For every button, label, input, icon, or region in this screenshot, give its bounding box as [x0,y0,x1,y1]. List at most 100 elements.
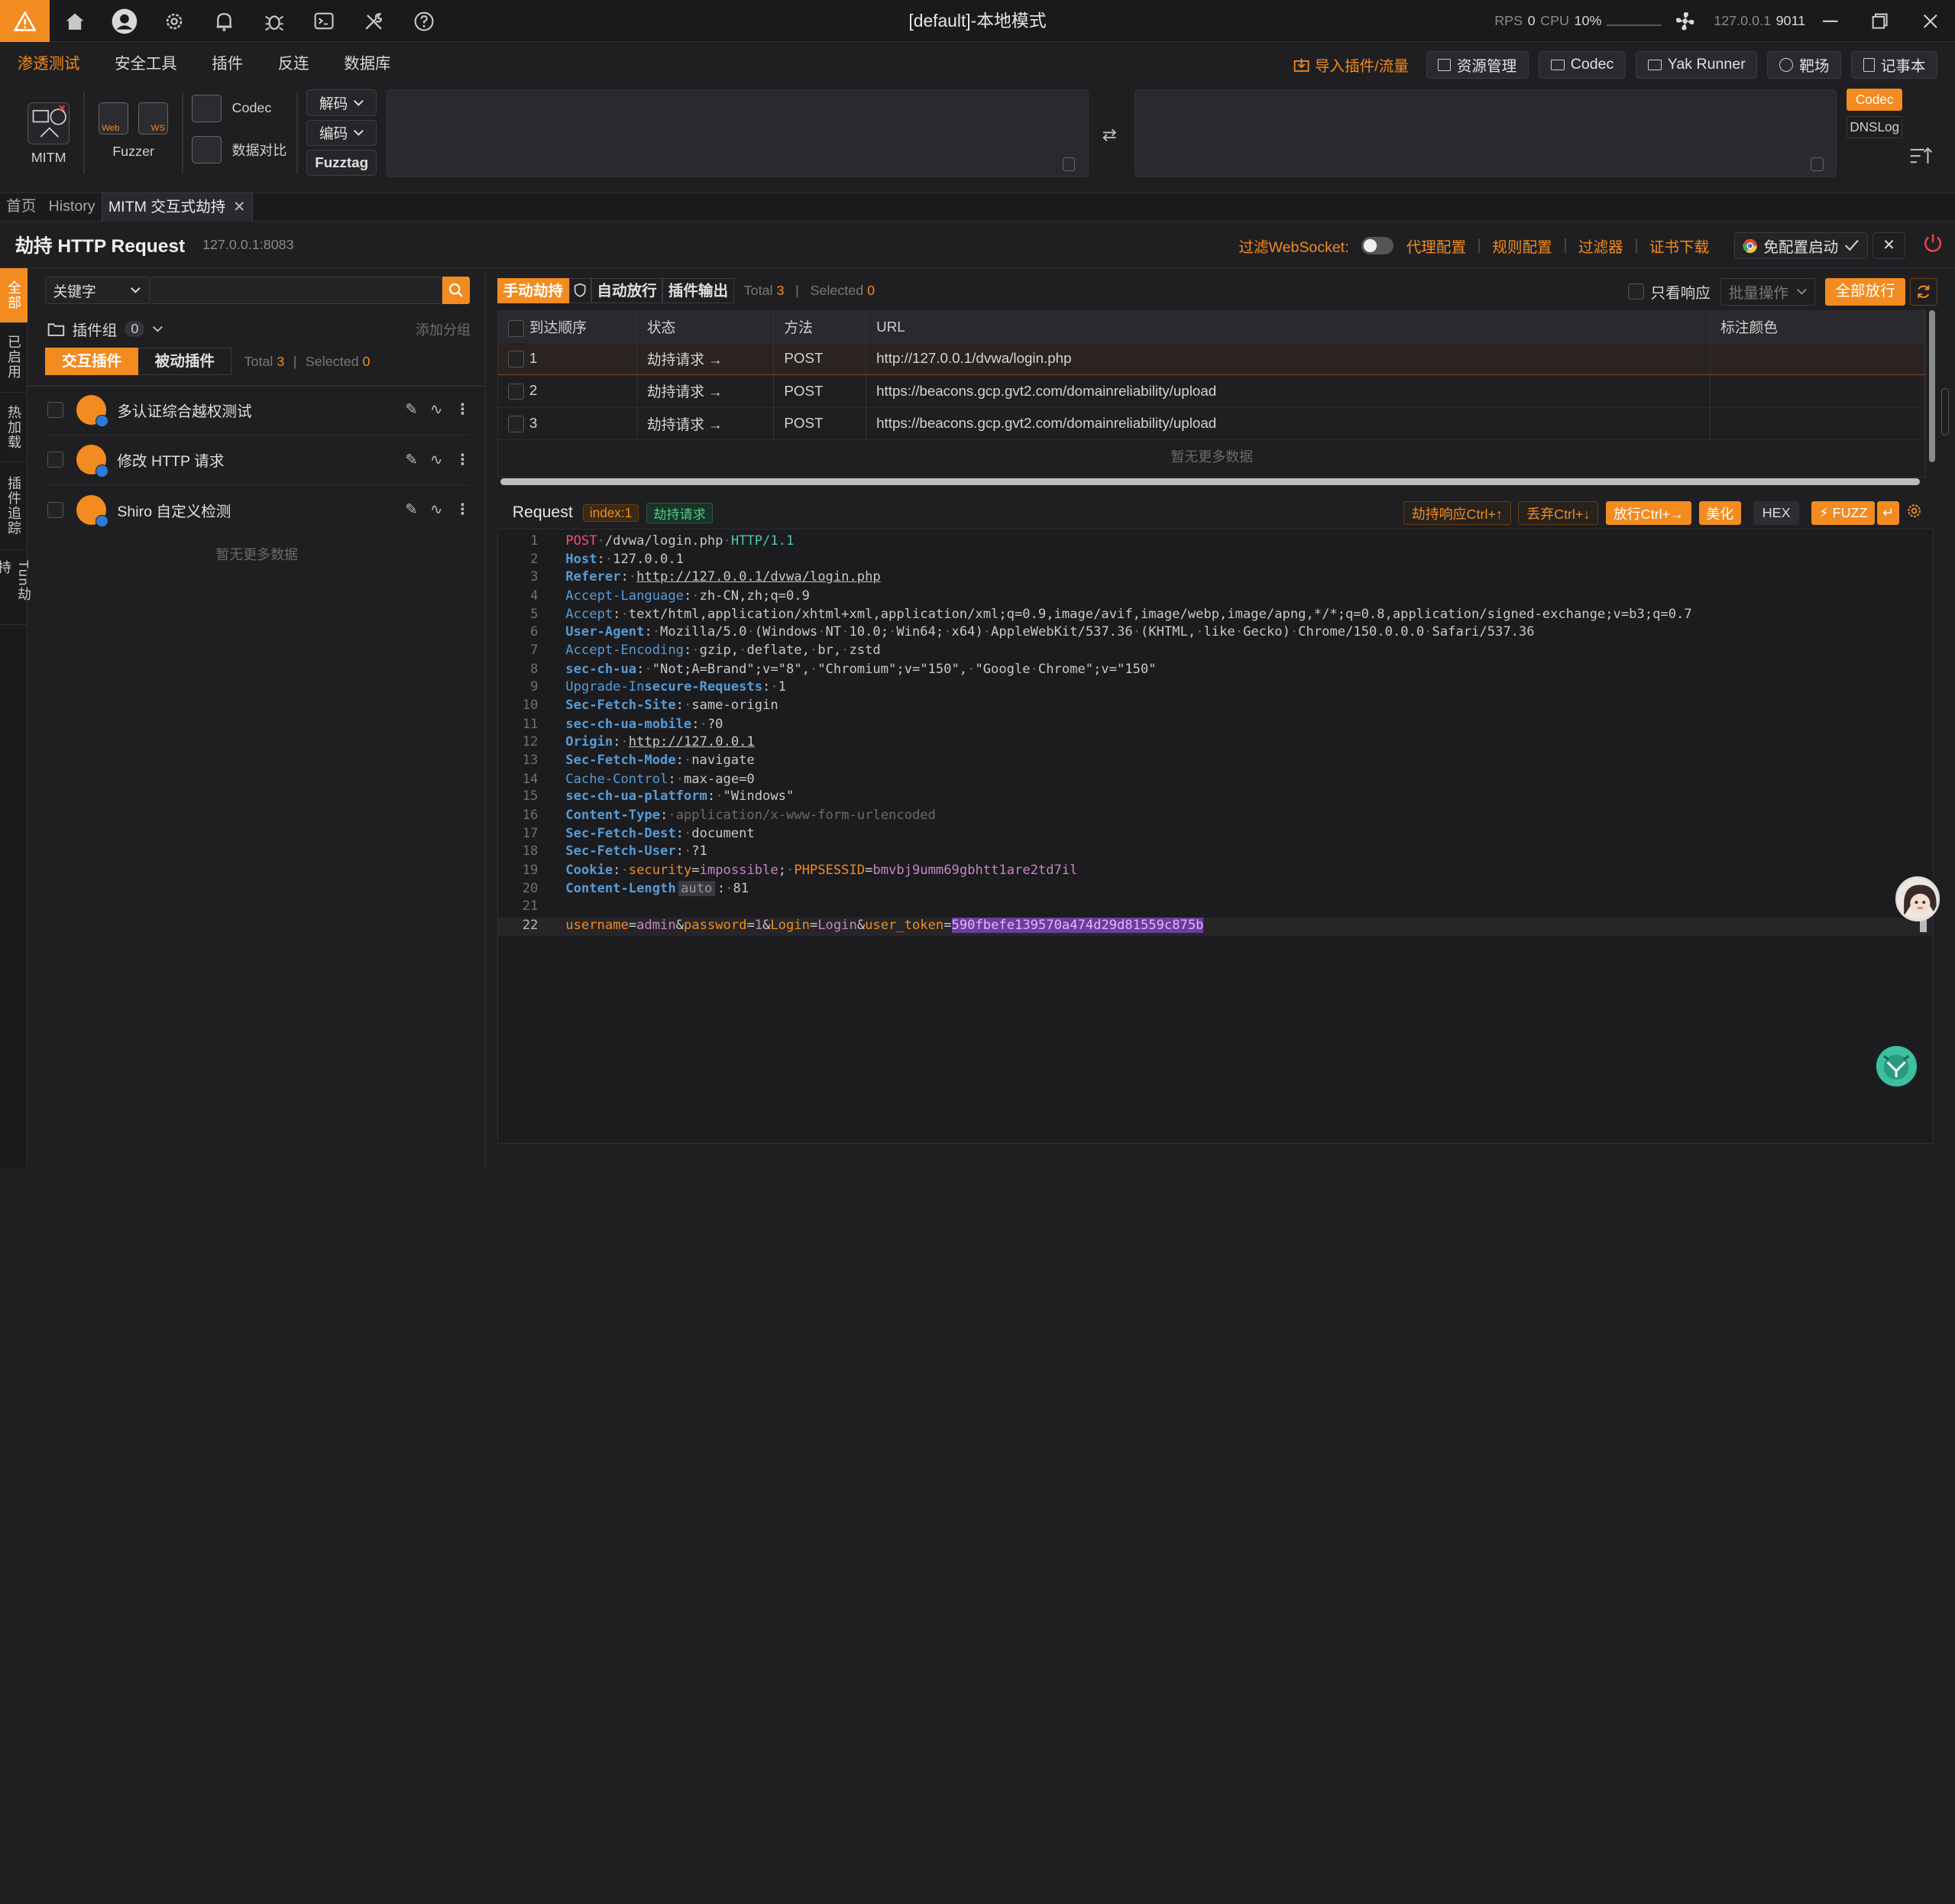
tab-mitm[interactable]: MITM 交互式劫持 ✕ [101,193,253,222]
filter-link[interactable]: 过滤器 [1578,235,1623,257]
menu-reverse[interactable]: 反连 [263,42,324,87]
row-checkbox[interactable] [508,351,525,368]
segment-interactive[interactable]: 交互插件 [44,348,139,376]
table-vertical-scrollbar[interactable] [1928,310,1935,463]
cert-download-link[interactable]: 证书下载 [1649,235,1709,257]
editor-settings-icon[interactable] [1906,503,1922,523]
row-color-tag[interactable] [1710,374,1926,408]
release-button[interactable]: 放行Ctrl+→ [1606,501,1691,526]
only-response-checkbox[interactable] [1628,283,1645,300]
splitter-handle[interactable] [1941,387,1949,436]
close-tab-icon[interactable]: ✕ [233,193,245,222]
home-icon[interactable] [50,0,99,42]
compare-tool[interactable]: 数据对比 [192,135,286,164]
fan-icon[interactable] [1674,10,1696,32]
row-color-tag[interactable] [1710,342,1926,376]
rule-config-link[interactable]: 规则配置 [1492,235,1552,257]
plugin-checkbox[interactable] [47,501,64,519]
col-url[interactable]: URL [866,311,1711,343]
plugin-checkbox[interactable] [47,452,64,468]
table-row[interactable]: 3 劫持请求 → POST https://beacons.gcp.gvt2.c… [498,407,1926,440]
horizontal-scrollbar[interactable] [500,478,1920,486]
vtab-enabled[interactable]: 已启用 [0,323,28,393]
segment-passive[interactable]: 被动插件 [138,348,232,376]
col-color-tag[interactable]: 标注颜色 [1710,311,1926,343]
release-all-button[interactable]: 全部放行 [1825,277,1905,306]
tab-home[interactable]: 首页 [0,193,42,222]
side-dnslog-button[interactable]: DNSLog [1846,115,1903,139]
side-codec-button[interactable]: Codec [1846,88,1903,112]
app-logo-icon[interactable] [0,0,50,43]
mitm-tool[interactable]: MITM [20,102,77,166]
tools-icon[interactable] [349,0,399,42]
swap-icon[interactable]: ⇄ [1102,125,1117,145]
more-icon[interactable]: ⋮ [455,451,471,469]
codec-output-area[interactable] [1134,89,1837,177]
user-avatar-icon[interactable] [100,0,150,42]
row-checkbox[interactable] [508,416,525,432]
web-fuzzer-icon[interactable]: Web [98,102,129,135]
encode-dropdown[interactable]: 编码 [306,119,377,146]
fuzzer-tool[interactable]: Web WS Fuzzer [95,102,172,160]
col-method[interactable]: 方法 [773,311,867,343]
shield-info-icon[interactable] [568,277,591,303]
hijack-response-button[interactable]: 劫持响应Ctrl+↑ [1403,501,1511,526]
auto-length-tag[interactable]: auto [678,881,715,897]
more-icon[interactable]: ⋮ [455,500,471,519]
stop-hijack-icon[interactable] [1923,233,1943,257]
activity-icon[interactable]: ∿ [430,451,442,469]
menu-security-tools[interactable]: 安全工具 [99,42,192,87]
vtab-tun-hijack[interactable]: Tun劫持 [0,550,31,625]
plugin-output-toggle[interactable]: 插件输出 [662,277,734,303]
websocket-toggle[interactable] [1361,237,1394,254]
row-color-tag[interactable] [1710,407,1926,440]
copy-icon[interactable] [1063,157,1076,172]
terminal-icon[interactable] [299,0,349,42]
select-all-checkbox[interactable] [508,320,525,337]
manual-hijack-toggle[interactable]: 手动劫持 [497,277,569,303]
plugin-checkbox[interactable] [47,401,64,419]
hex-button[interactable]: HEX [1753,501,1800,526]
ws-fuzzer-icon[interactable]: WS [138,102,169,135]
vtab-hot-reload[interactable]: 热加载 [0,393,28,463]
menu-plugins[interactable]: 插件 [197,42,258,87]
resource-manager-button[interactable]: 资源管理 [1426,50,1529,79]
settings-gear-icon[interactable] [150,0,199,42]
codec-tool[interactable]: Codec [192,95,271,122]
codec-top-button[interactable]: Codec [1538,50,1626,79]
help-icon[interactable] [399,0,448,42]
drop-button[interactable]: 丢弃Ctrl+↓ [1518,501,1599,526]
codec-input-area[interactable] [386,89,1089,177]
vtab-plugin-trace[interactable]: 插件追踪 [0,462,28,550]
batch-operation-dropdown[interactable]: 批量操作 [1720,277,1816,306]
beautify-button[interactable]: 美化 [1698,501,1741,526]
table-row[interactable]: 1 劫持请求 → POST http://127.0.0.1/dvwa/logi… [498,342,1926,376]
add-group-link[interactable]: 添加分组 [416,319,471,339]
more-icon[interactable]: ⋮ [455,400,471,419]
notebook-button[interactable]: 记事本 [1851,50,1938,79]
activity-icon[interactable]: ∿ [430,400,442,419]
assistant-avatar-icon[interactable] [1895,876,1940,922]
proxy-config-link[interactable]: 代理配置 [1406,235,1466,257]
close-launch-button[interactable]: ✕ [1872,232,1905,260]
newline-toggle-icon[interactable]: ↵ [1877,501,1899,526]
restore-icon[interactable] [1855,0,1905,42]
row-checkbox[interactable] [508,383,525,400]
col-status[interactable]: 状态 [636,311,775,343]
refresh-icon[interactable] [1910,277,1938,306]
plugin-item[interactable]: Shiro 自定义检测 ✎ ∿ ⋮ [45,485,471,535]
fuzz-button[interactable]: ⚡ FUZZ [1811,501,1876,526]
col-order[interactable]: 到达顺序 [498,311,637,343]
close-window-icon[interactable] [1905,0,1955,42]
yak-runner-button[interactable]: Yak Runner [1636,50,1758,79]
search-type-select[interactable]: 关键字 [44,277,150,305]
yak-chat-icon[interactable] [1873,1043,1919,1089]
import-plugin-link[interactable]: 导入插件/流量 [1293,53,1409,76]
launch-browser-button[interactable]: 免配置启动 [1733,232,1868,260]
plugin-item[interactable]: 修改 HTTP 请求 ✎ ∿ ⋮ [44,436,471,485]
fuzztag-button[interactable]: Fuzztag [306,149,377,176]
bell-icon[interactable] [199,0,249,42]
vtab-all[interactable]: 全部 [0,267,28,323]
collapse-ribbon-icon[interactable] [1909,146,1934,170]
auto-release-toggle[interactable]: 自动放行 [591,277,663,303]
